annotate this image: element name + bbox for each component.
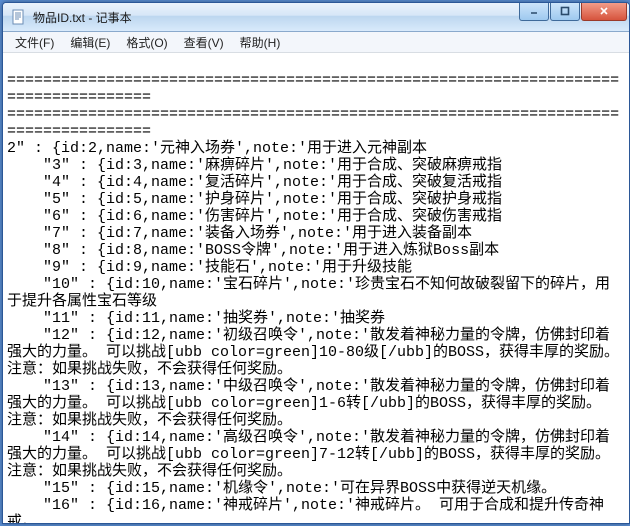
menubar: 文件(F) 编辑(E) 格式(O) 查看(V) 帮助(H) — [3, 32, 629, 53]
window-title: 物品ID.txt - 记事本 — [33, 9, 132, 26]
close-button[interactable] — [581, 2, 627, 21]
app-icon — [11, 9, 27, 25]
text-area[interactable]: ========================================… — [3, 53, 629, 523]
maximize-button[interactable] — [550, 2, 580, 21]
titlebar[interactable]: 物品ID.txt - 记事本 — [3, 3, 629, 32]
menu-view[interactable]: 查看(V) — [176, 32, 232, 53]
window-buttons — [518, 3, 627, 21]
menu-file[interactable]: 文件(F) — [7, 32, 62, 53]
menu-edit[interactable]: 编辑(E) — [62, 32, 118, 53]
notepad-window: 物品ID.txt - 记事本 文件(F) 编辑(E) 格式(O) 查看(V) 帮… — [2, 2, 630, 524]
menu-format[interactable]: 格式(O) — [118, 32, 175, 53]
minimize-button[interactable] — [519, 2, 549, 21]
menu-help[interactable]: 帮助(H) — [232, 32, 289, 53]
